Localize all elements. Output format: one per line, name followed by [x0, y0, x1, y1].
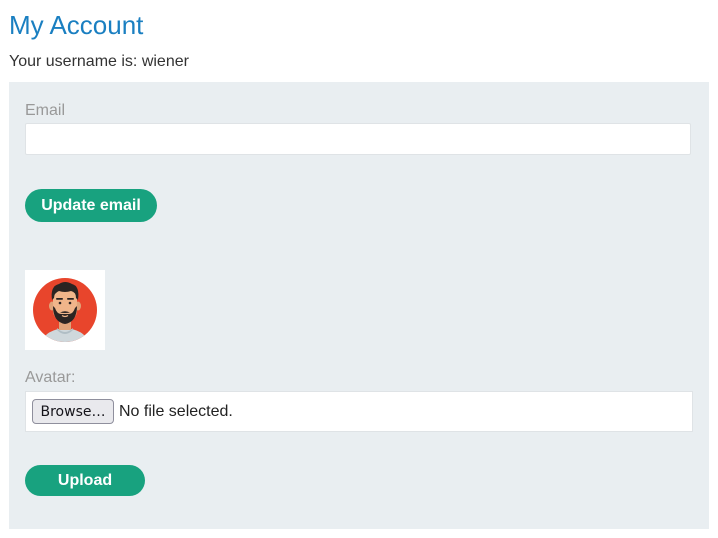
my-account-page: My Account Your username is: wiener Emai… [0, 0, 718, 538]
username-text: Your username is: wiener [9, 53, 189, 70]
avatar-label: Avatar: [25, 369, 76, 386]
account-panel: Email Update email Avatar: Browse… No fi… [9, 82, 709, 529]
upload-button[interactable]: Upload [25, 465, 145, 496]
email-label: Email [25, 102, 66, 119]
update-email-button[interactable]: Update email [25, 189, 157, 222]
avatar [25, 270, 105, 350]
bearded-man-avatar-icon [33, 278, 97, 342]
avatar-file-input: Browse… No file selected. [25, 391, 693, 432]
email-input[interactable] [25, 123, 691, 155]
file-status-text: No file selected. [119, 403, 233, 420]
page-title: My Account [9, 10, 144, 40]
browse-button[interactable]: Browse… [32, 399, 114, 424]
